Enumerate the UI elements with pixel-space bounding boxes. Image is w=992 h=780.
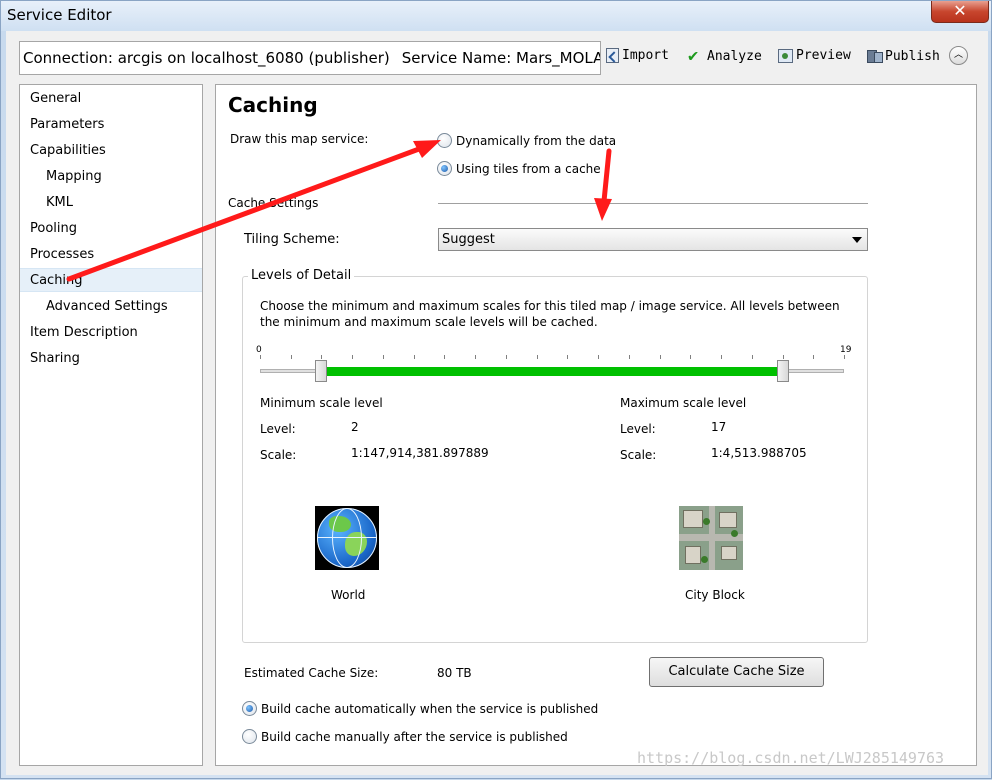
world-globe-icon [315,506,379,570]
maximum-scale-heading: Maximum scale level [620,396,747,410]
slider-tick [536,355,538,359]
collapse-toolbar-button[interactable]: ︿ [949,46,968,65]
watermark-text: https://blog.csdn.net/LWJ285149763 [637,749,945,767]
slider-min-label: 0 [256,345,262,355]
min-level-value: 2 [351,420,359,434]
min-scale-value: 1:147,914,381.897889 [351,446,489,460]
slider-tick [352,355,354,359]
service-editor-window: Service Editor ✕ Connection: arcgis on l… [0,0,992,779]
close-button[interactable]: ✕ [931,1,989,23]
slider-tick [475,355,477,359]
levels-of-detail-legend: Levels of Detail [248,268,355,283]
estimated-size-label: Estimated Cache Size: [244,666,379,680]
slider-tick [598,355,600,359]
tiling-scheme-select[interactable]: Suggest [438,228,868,251]
title-bar[interactable]: Service Editor ✕ [1,1,991,31]
slider-tick [567,355,569,359]
max-scale-value: 1:4,513.988705 [711,446,807,460]
tiling-scheme-label: Tiling Scheme: [244,232,340,247]
slider-tick [659,355,661,359]
connection-text: Connection: arcgis on localhost_6080 (pu… [23,49,390,67]
calculate-cache-size-button[interactable]: Calculate Cache Size [649,657,824,687]
sidebar-item-general[interactable]: General [20,87,202,111]
sidebar-item-capabilities[interactable]: Capabilities [20,139,202,163]
editor-client-area: Connection: arcgis on localhost_6080 (pu… [6,31,988,775]
slider-tick [382,355,384,359]
import-button[interactable]: Import [606,48,669,63]
section-divider [438,203,868,204]
slider-tick [844,355,845,359]
slider-tick [751,355,753,359]
slider-tick [813,355,815,359]
cache-settings-label: Cache Settings [228,196,319,210]
connection-info-box: Connection: arcgis on localhost_6080 (pu… [19,41,601,75]
radio-tiles[interactable] [437,161,452,176]
radio-dynamic[interactable] [437,133,452,148]
slider-tick [628,355,630,359]
slider-tick [260,355,261,359]
sidebar-item-parameters[interactable]: Parameters [20,113,202,137]
slider-tick [444,355,446,359]
checkmark-icon: ✔ [688,46,699,66]
dropdown-arrow-icon [852,237,862,243]
max-level-label: Level: [620,422,656,436]
city-block-label: City Block [685,588,745,602]
window-title: Service Editor [7,6,112,24]
slider-tick [721,355,723,359]
slider-max-thumb[interactable] [776,360,789,382]
min-level-label: Level: [260,422,296,436]
sidebar-item-sharing[interactable]: Sharing [20,347,202,371]
lod-description: Choose the minimum and maximum scales fo… [260,299,840,329]
publish-icon [866,48,883,64]
slider-tick [505,355,507,359]
sidebar-item-advanced-settings[interactable]: Advanced Settings [20,295,202,319]
tiling-scheme-value: Suggest [442,232,495,247]
slider-tick [290,355,292,359]
preview-button[interactable]: Preview [778,48,851,63]
estimated-size-value: 80 TB [437,666,472,680]
slider-selected-range [321,367,783,376]
sidebar-nav: General Parameters Capabilities Mapping … [19,84,203,766]
import-label: Import [622,48,669,63]
sidebar-item-mapping[interactable]: Mapping [20,165,202,189]
world-label: World [331,588,366,602]
analyze-label: Analyze [707,48,762,64]
radio-build-auto[interactable] [242,701,257,716]
service-name-text: Service Name: Mars_MOLA... [401,49,601,67]
slider-tick [413,355,415,359]
slider-min-thumb[interactable] [315,360,328,382]
publish-label: Publish [885,48,940,64]
radio-build-auto-label[interactable]: Build cache automatically when the servi… [261,702,598,716]
caching-panel: Caching Draw this map service: Dynamical… [215,84,977,766]
sidebar-item-processes[interactable]: Processes [20,243,202,267]
draw-service-label: Draw this map service: [230,132,369,146]
radio-tiles-label[interactable]: Using tiles from a cache [456,162,601,176]
publish-button[interactable]: Publish [866,48,940,64]
sidebar-item-kml[interactable]: KML [20,191,202,215]
preview-icon [778,48,793,63]
slider-tick [321,355,323,359]
analyze-button[interactable]: ✔ Analyze [688,46,762,66]
city-block-icon [679,506,743,570]
max-scale-label: Scale: [620,448,657,462]
page-title: Caching [228,93,318,117]
radio-build-manual-label[interactable]: Build cache manually after the service i… [261,730,568,744]
sidebar-item-pooling[interactable]: Pooling [20,217,202,241]
radio-dynamic-label[interactable]: Dynamically from the data [456,134,616,148]
slider-tick [782,355,784,359]
preview-label: Preview [796,48,851,63]
import-icon [606,48,619,63]
sidebar-item-item-description[interactable]: Item Description [20,321,202,345]
sidebar-item-caching[interactable]: Caching [20,268,202,292]
min-scale-label: Scale: [260,448,297,462]
slider-max-label: 19 [840,345,852,355]
minimum-scale-heading: Minimum scale level [260,396,383,410]
radio-build-manual[interactable] [242,729,257,744]
max-level-value: 17 [711,420,727,434]
slider-tick [690,355,692,359]
